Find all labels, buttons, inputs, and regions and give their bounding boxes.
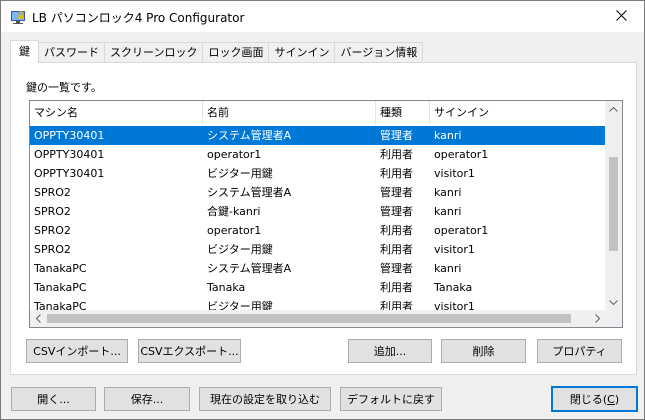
table-row[interactable]: SPRO2 ビジター用鍵 利用者 visitor1: [30, 240, 606, 259]
tab-lock-screen[interactable]: ロック画面: [202, 42, 270, 63]
cell-name: ビジター用鍵: [207, 167, 273, 180]
scroll-down-arrow-icon[interactable]: [605, 294, 622, 311]
csv-export-button[interactable]: CSVエクスポート...: [138, 339, 241, 363]
list-body: OPPTY30401 システム管理者A 管理者 kanri OPPTY30401 oper…: [30, 126, 606, 312]
cell-machine: OPPTY30401: [34, 129, 105, 142]
cell-machine: SPRO2: [34, 205, 71, 218]
delete-key-button[interactable]: 削除: [441, 339, 526, 363]
cell-name: システム管理者A: [207, 129, 292, 142]
tab-sign-in[interactable]: サインイン: [268, 42, 336, 63]
save-button[interactable]: 保存...: [104, 387, 190, 411]
import-current-settings-button[interactable]: 現在の設定を取り込む: [199, 387, 331, 411]
cell-name: システム管理者A: [207, 186, 292, 199]
cell-name: システム管理者A: [207, 262, 292, 275]
vertical-scroll-thumb[interactable]: [609, 157, 618, 251]
cell-type: 利用者: [380, 148, 413, 161]
tab-keys[interactable]: 鍵: [10, 40, 39, 63]
scroll-left-arrow-icon[interactable]: [30, 310, 47, 327]
keys-tab-panel: 鍵の一覧です。 マシン名 名前 種類 サインイン OPPTY30401 システム管…: [10, 62, 637, 375]
close-window-button[interactable]: [598, 1, 644, 32]
close-button-accesskey: C: [607, 392, 615, 406]
cell-machine: TanakaPC: [34, 281, 87, 294]
cell-machine: OPPTY30401: [34, 167, 105, 180]
cell-name: 合鍵-kanri: [207, 205, 261, 218]
column-header-name[interactable]: 名前: [203, 101, 376, 125]
scrollbar-corner: [605, 310, 622, 327]
cell-signin: operator1: [434, 148, 489, 161]
tab-version-info[interactable]: バージョン情報: [334, 42, 424, 63]
cell-machine: SPRO2: [34, 224, 71, 237]
cell-signin: operator1: [434, 224, 489, 237]
column-header-type[interactable]: 種類: [376, 101, 430, 125]
keys-list-label: 鍵の一覧です。: [26, 81, 102, 94]
add-key-button[interactable]: 追加...: [348, 339, 432, 363]
list-header: マシン名 名前 種類 サインイン: [30, 101, 606, 125]
scroll-up-arrow-icon[interactable]: [605, 101, 622, 118]
cell-type: 利用者: [380, 281, 413, 294]
cell-signin: kanri: [434, 186, 462, 199]
tab-screen-lock[interactable]: スクリーンロック: [104, 42, 204, 63]
cell-signin: kanri: [434, 205, 462, 218]
close-button-label-end: ): [614, 392, 620, 406]
cell-type: 管理者: [380, 262, 413, 275]
tab-strip: 鍵 パスワード スクリーンロック ロック画面 サインイン バージョン情報: [10, 40, 424, 63]
table-row[interactable]: OPPTY30401 システム管理者A 管理者 kanri: [30, 126, 606, 145]
vertical-scrollbar[interactable]: [605, 101, 622, 311]
close-button-label: 閉じる(: [569, 393, 608, 406]
cell-signin: kanri: [434, 262, 462, 275]
scroll-right-arrow-icon[interactable]: [589, 310, 606, 327]
cell-type: 管理者: [380, 205, 413, 218]
open-button[interactable]: 開く...: [11, 387, 96, 411]
title-bar: LB パソコンロック4 Pro Configurator: [1, 1, 644, 32]
app-lock-icon: [10, 9, 26, 25]
cell-type: 利用者: [380, 243, 413, 256]
cell-signin: kanri: [434, 129, 462, 142]
configurator-window: LB パソコンロック4 Pro Configurator 鍵 パスワード スクリ…: [0, 0, 645, 420]
cell-name: Tanaka: [207, 281, 246, 294]
cell-signin: visitor1: [434, 167, 475, 180]
cell-type: 利用者: [380, 167, 413, 180]
table-row[interactable]: TanakaPC Tanaka 利用者 Tanaka: [30, 278, 606, 297]
cell-machine: SPRO2: [34, 186, 71, 199]
table-row[interactable]: SPRO2 システム管理者A 管理者 kanri: [30, 183, 606, 202]
close-dialog-button[interactable]: 閉じる(C): [551, 386, 638, 412]
horizontal-scrollbar[interactable]: [30, 310, 606, 327]
cell-type: 管理者: [380, 129, 413, 142]
cell-name: operator1: [207, 148, 262, 161]
column-header-machine[interactable]: マシン名: [30, 101, 203, 125]
cell-type: 管理者: [380, 186, 413, 199]
cell-name: operator1: [207, 224, 262, 237]
keys-list-view[interactable]: マシン名 名前 種類 サインイン OPPTY30401 システム管理者A 管理者 ka…: [29, 100, 623, 328]
table-row[interactable]: SPRO2 operator1 利用者 operator1: [30, 221, 606, 240]
table-row[interactable]: TanakaPC システム管理者A 管理者 kanri: [30, 259, 606, 278]
cell-signin: visitor1: [434, 243, 475, 256]
cell-signin: Tanaka: [434, 281, 473, 294]
table-row[interactable]: OPPTY30401 operator1 利用者 operator1: [30, 145, 606, 164]
cell-machine: SPRO2: [34, 243, 71, 256]
properties-button[interactable]: プロパティ: [537, 339, 622, 363]
table-row[interactable]: OPPTY30401 ビジター用鍵 利用者 visitor1: [30, 164, 606, 183]
horizontal-scroll-thumb[interactable]: [47, 314, 571, 323]
csv-import-button[interactable]: CSVインポート...: [26, 339, 128, 363]
cell-machine: OPPTY30401: [34, 148, 105, 161]
reset-default-button[interactable]: デフォルトに戻す: [340, 387, 442, 411]
cell-machine: TanakaPC: [34, 262, 87, 275]
column-header-signin[interactable]: サインイン: [430, 101, 606, 125]
tab-password[interactable]: パスワード: [38, 42, 105, 63]
window-title: LB パソコンロック4 Pro Configurator: [32, 11, 245, 25]
table-row[interactable]: SPRO2 合鍵-kanri 管理者 kanri: [30, 202, 606, 221]
close-icon: [615, 9, 627, 24]
cell-name: ビジター用鍵: [207, 243, 273, 256]
cell-type: 利用者: [380, 224, 413, 237]
